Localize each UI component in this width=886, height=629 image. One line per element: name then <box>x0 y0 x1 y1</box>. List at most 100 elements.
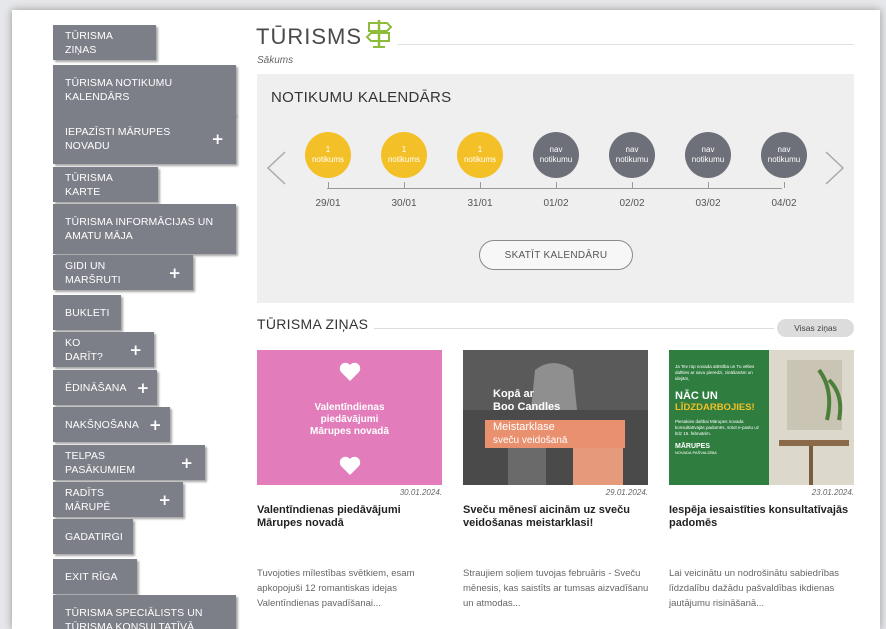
event-count-badge[interactable]: nav notikumu <box>761 132 807 178</box>
day-date: 29/01 <box>315 198 341 209</box>
sidebar-item-event-venues[interactable]: TELPAS PASĀKUMIEM + <box>53 445 205 480</box>
sidebar-item-exit-riga[interactable]: EXIT RĪGA <box>53 559 137 594</box>
sidebar-item-events-calendar[interactable]: TŪRISMA NOTIKUMU KALENDĀRS <box>53 65 236 115</box>
expand-plus-icon[interactable]: + <box>137 380 150 395</box>
heart-icon <box>339 456 361 475</box>
news-section-title: TŪRISMA ZIŅAS <box>257 316 369 332</box>
day-date: 02/02 <box>619 198 645 209</box>
view-calendar-button[interactable]: SKATĪT KALENDĀRU <box>479 240 633 270</box>
page-frame: TŪRISMA ZIŅAS TŪRISMA NOTIKUMU KALENDĀRS I… <box>12 10 880 629</box>
day-date: 30/01 <box>391 198 417 209</box>
event-count: 1 <box>401 145 407 154</box>
event-count-badge[interactable]: nav notikumu <box>533 132 579 178</box>
sidebar-item-label: GIDI UN MARŠRUTI <box>65 259 121 286</box>
news-excerpt: Straujiem soļiem tuvojas februāris - Sve… <box>463 568 649 609</box>
day-date: 31/01 <box>467 198 493 209</box>
event-count-word: notikumu <box>767 155 801 164</box>
news-heading[interactable]: Valentīndienas piedāvājumi Mārupes novad… <box>257 504 447 530</box>
sidebar-item-label: BUKLETI <box>65 306 110 319</box>
news-card-image[interactable]: Ja Tev rūp novada attīstība un Tu vēlies… <box>669 350 854 485</box>
sidebar-item-label: TELPAS PASĀKUMIEM <box>65 449 136 476</box>
expand-plus-icon[interactable]: + <box>211 132 224 147</box>
timeline-tick <box>404 182 405 188</box>
news-card-image[interactable]: Valentīndienas piedāvājumi Mārupes novad… <box>257 350 442 485</box>
event-count-word: notikums <box>387 155 420 164</box>
breadcrumb[interactable]: Sākums <box>257 55 293 66</box>
image-text-line: LĪDZDARBOJIES! <box>675 402 755 413</box>
event-count: 1 <box>477 145 483 154</box>
sidebar-item-label: NAKŠŅOŠANA <box>65 418 139 431</box>
sidebar-item-label: TŪRISMA KARTE <box>65 171 113 198</box>
event-count-word: notikums <box>311 155 344 164</box>
timeline-line <box>327 188 782 189</box>
sidebar-item-tourism-map[interactable]: TŪRISMA KARTE <box>53 167 158 202</box>
expand-plus-icon[interactable]: + <box>158 492 171 507</box>
image-text-line: Valentīndienas <box>314 402 385 413</box>
sidebar-item-label: EXIT RĪGA <box>65 570 118 583</box>
signpost-icon <box>365 20 393 48</box>
sidebar-item-info-house[interactable]: TŪRISMA INFORMĀCIJAS UN AMATU MĀJA <box>53 204 236 254</box>
timeline-tick <box>328 182 329 188</box>
all-news-button[interactable]: Visas ziņas <box>777 319 854 337</box>
event-count-word: notikumu <box>691 155 725 164</box>
event-count-badge[interactable]: nav notikumu <box>609 132 655 178</box>
sidebar-item-label: TŪRISMA SPECIĀLISTS UN TŪRISMA KONSULTAT… <box>65 607 203 629</box>
news-date: 29.01.2024. <box>605 488 648 497</box>
timeline-tick <box>556 182 557 188</box>
event-count-badge[interactable]: 1 notikums <box>381 132 427 178</box>
image-text-line: piedāvājumi <box>320 414 379 425</box>
day-date: 03/02 <box>695 198 721 209</box>
sidebar-item-tourism-news[interactable]: TŪRISMA ZIŅAS <box>53 25 156 60</box>
news-excerpt: Tuvojoties mīlestības svētkiem, esam apk… <box>257 568 415 609</box>
title-divider <box>397 44 854 45</box>
sidebar-item-guides-routes[interactable]: GIDI UN MARŠRUTI + <box>53 255 193 290</box>
news-divider <box>374 328 774 329</box>
sidebar-item-made-in-marupe[interactable]: RADĪTS MĀRUPĒ + <box>53 482 183 517</box>
heart-icon <box>339 362 361 381</box>
image-banner: Meistarklase sveču veidošanā <box>485 420 625 448</box>
page-title: TŪRISMS <box>256 24 362 49</box>
sidebar-item-accommodation[interactable]: NAKŠŅOŠANA + <box>53 407 170 442</box>
image-caption: Kopā ar Boo Candles <box>493 388 560 414</box>
sidebar-item-label: GADATIRGI <box>65 530 123 543</box>
sidebar-item-tourism-specialist[interactable]: TŪRISMA SPECIĀLISTS UN TŪRISMA KONSULTAT… <box>53 595 236 629</box>
event-count-word: notikumu <box>539 155 573 164</box>
timeline-tick <box>632 182 633 188</box>
sidebar-item-label: KO DARĪT? <box>65 336 103 363</box>
image-text-line: NOVADA PAŠVALDĪBA <box>675 450 717 455</box>
sidebar-item-booklets[interactable]: BUKLETI <box>53 295 121 330</box>
timeline-tick <box>708 182 709 188</box>
sidebar-item-dining[interactable]: ĒDINĀŠANA + <box>53 370 157 405</box>
event-count: 1 <box>325 145 331 154</box>
sidebar-item-what-to-do[interactable]: KO DARĪT? + <box>53 332 154 367</box>
event-count-badge[interactable]: nav notikumu <box>685 132 731 178</box>
calendar-title: NOTIKUMU KALENDĀRS <box>271 89 452 106</box>
day-date: 01/02 <box>543 198 569 209</box>
events-calendar: NOTIKUMU KALENDĀRS 1 notikums 29/01 1 notiku… <box>257 74 854 303</box>
image-text-line: Boo Candles <box>493 401 561 413</box>
expand-plus-icon[interactable]: + <box>149 417 162 432</box>
event-count: nav <box>625 145 639 154</box>
expand-plus-icon[interactable]: + <box>180 455 193 470</box>
sidebar-item-fairs[interactable]: GADATIRGI <box>53 519 133 554</box>
chevron-left-icon[interactable] <box>265 150 287 186</box>
image-text-line: Piesakies dalībai Mārupes novada konsult… <box>675 419 760 430</box>
sidebar-item-label: RADĪTS MĀRUPĒ <box>65 486 111 513</box>
news-date: 30.01.2024. <box>399 488 442 497</box>
image-text-line: NĀC UN <box>675 390 718 402</box>
expand-plus-icon[interactable]: + <box>129 342 142 357</box>
image-caption: Valentīndienas piedāvājumi Mārupes novad… <box>257 402 442 438</box>
image-text-line: Meistarklase <box>493 421 555 433</box>
event-count-badge[interactable]: 1 notikums <box>457 132 503 178</box>
news-card-image[interactable]: Kopā ar Boo Candles Meistarklase sveču v… <box>463 350 648 485</box>
sidebar-nav: TŪRISMA ZIŅAS TŪRISMA NOTIKUMU KALENDĀRS I… <box>12 10 252 629</box>
event-count-badge[interactable]: 1 notikums <box>305 132 351 178</box>
image-text-line: līdz 15. februārim. <box>675 431 712 436</box>
chevron-right-icon[interactable] <box>824 150 846 186</box>
news-heading[interactable]: Sveču mēnesī aicinām uz sveču veidošanas… <box>463 504 653 530</box>
expand-plus-icon[interactable]: + <box>168 265 181 280</box>
sidebar-item-discover-marupe[interactable]: IEPAZĪSTI MĀRUPES NOVADU + <box>53 114 236 164</box>
sidebar-item-label: IEPAZĪSTI MĀRUPES NOVADU <box>65 126 171 152</box>
news-heading[interactable]: Iespēja iesaistīties konsultatīvajās pad… <box>669 504 859 530</box>
image-text-line: MĀRUPES <box>675 443 711 450</box>
